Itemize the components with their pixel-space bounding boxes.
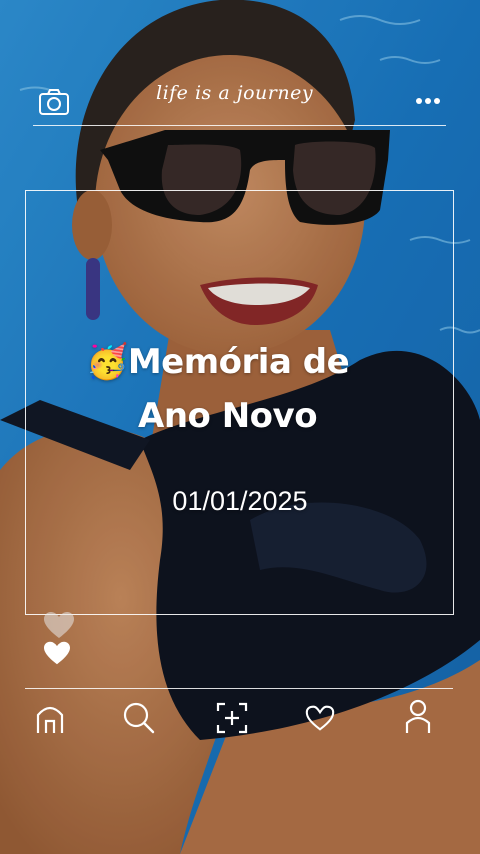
heart-icon[interactable]: [304, 703, 336, 733]
title-line1: Memória de: [127, 342, 350, 382]
home-icon[interactable]: [35, 703, 65, 735]
add-icon[interactable]: [216, 702, 248, 734]
party-emoji: 🥳: [86, 342, 128, 382]
faded-heart-icon: [44, 612, 74, 638]
search-icon[interactable]: [122, 701, 156, 735]
camera-icon[interactable]: [38, 88, 70, 116]
tagline: life is a journey: [156, 82, 314, 104]
profile-icon[interactable]: [404, 699, 432, 735]
more-dots-icon[interactable]: [415, 96, 441, 106]
like-heart-icon[interactable]: [42, 640, 72, 666]
title-line2: Ano Novo: [138, 396, 318, 436]
memory-date: 01/01/2025: [172, 486, 308, 516]
nav-divider: [25, 688, 453, 689]
bottom-nav: [0, 695, 480, 743]
header-divider: [33, 125, 446, 126]
memory-title: 🥳Memória de Ano Novo: [86, 335, 426, 443]
